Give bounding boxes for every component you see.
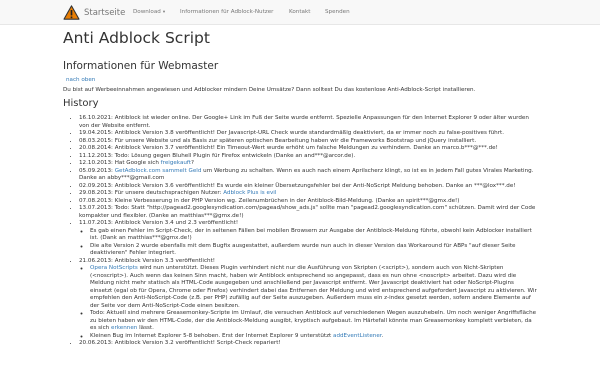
history-entry-text: 08.03.2015: Für unsere Website und als B… (79, 137, 477, 144)
history-subentry: Es gab einen Fehler im Script-Check, der… (90, 228, 537, 243)
history-entry-text: . (381, 332, 384, 339)
history-entry-text: wird nun unterstützt. Dieses Plugin verh… (90, 265, 537, 309)
history-entry: 20.06.2013: Antiblock Version 3.2 veröff… (79, 340, 537, 348)
history-entry-link[interactable]: Adblock Plus is evil (223, 190, 276, 196)
history-entry-link[interactable]: addEventListener (333, 333, 382, 339)
history-entry: 16.10.2021: Antiblock ist wieder online.… (79, 115, 537, 130)
history-entry-text: 21.06.2013: Antiblock Version 3.3 veröff… (79, 257, 216, 264)
history-entry: 05.09.2013: GetAdblock.com sammelt Geld … (79, 168, 537, 183)
history-entry-text: 12.10.2013: Hat Google sich (79, 160, 161, 166)
history-entry-text: 29.08.2013: Für unsere deutschsprachigen… (79, 190, 224, 196)
history-entry: 11.12.2013: Todo: Lösung gegen Bluhell P… (79, 153, 537, 161)
nav-download-dropdown[interactable]: Download ▾ (133, 0, 165, 25)
intro-text: Du bist auf Werbeeinnahmen angewiesen un… (63, 87, 476, 93)
history-entry-text: 20.06.2013: Antiblock Version 3.2 veröff… (79, 340, 281, 346)
history-entry-text: 19.04.2015: Antiblock Version 3.8 veröff… (79, 130, 504, 136)
history-entry-text: 11.07.2013: Antiblock Version 3.4 und 2.… (79, 220, 239, 226)
nav-item-spenden[interactable]: Spenden (325, 0, 350, 25)
history-entry: 29.08.2013: Für unsere deutschsprachigen… (79, 190, 537, 198)
history-subentry: Opera NotScripts wird nun unterstützt. D… (90, 265, 537, 310)
warning-icon (63, 5, 80, 20)
history-entry: 08.03.2015: Für unsere Website und als B… (79, 138, 537, 146)
history-entry: 12.10.2013: Hat Google sich freigekauft? (79, 160, 537, 168)
history-entry-text: 13.07.2013: Todo: Statt "http://pagead2.… (79, 205, 536, 219)
history-entry-link[interactable]: Opera NotScripts (90, 265, 138, 271)
history-entry-text: Es gab einen Fehler im Script-Check, der… (90, 227, 532, 242)
history-entry: 02.09.2013: Antiblock Version 3.6 veröff… (79, 183, 537, 191)
history-subentry: Die alte Version 2 wurde ebenfalls mit d… (90, 243, 537, 258)
history-entry: 13.07.2013: Todo: Statt "http://pagead2.… (79, 205, 537, 220)
history-subentry: Kleinen Bug im Internet Explorer 5-8 beh… (90, 333, 537, 341)
history-title: History (63, 98, 99, 109)
history-entry-text: 16.10.2021: Antiblock ist wieder online.… (79, 115, 529, 129)
history-entry-text: 02.09.2013: Antiblock Version 3.6 veröff… (79, 182, 516, 189)
navbar: Startseite Download ▾ Informationen für A… (0, 0, 600, 25)
home-link[interactable]: Startseite (63, 3, 125, 22)
history-entry-text: 20.08.2014: Antiblock Version 3.7 veröff… (79, 145, 498, 151)
history-entry-link[interactable]: freigekauft (161, 160, 191, 166)
history-entry-text: ? (190, 160, 194, 166)
history-subentry: Todo: Aktuell sind mehrere Greasemonkey-… (90, 310, 537, 333)
history-entry-text: Kleinen Bug im Internet Explorer 5-8 beh… (90, 332, 334, 339)
history-entry-text: 05.09.2013: (79, 167, 115, 174)
nav-item-kontakt[interactable]: Kontakt (289, 0, 310, 25)
history-sublist: Opera NotScripts wird nun unterstützt. D… (79, 265, 537, 340)
history-entry-text: 07.08.2013: Kleine Verbesserung in der P… (79, 197, 460, 204)
history-entry-text: Die alte Version 2 wurde ebenfalls mit d… (90, 242, 516, 257)
history-entry-text: Todo: Aktuell sind mehrere Greasemonkey-… (90, 310, 537, 331)
history-entry: 11.07.2013: Antiblock Version 3.4 und 2.… (79, 220, 537, 258)
back-to-top-link[interactable]: nach oben (66, 77, 95, 83)
history-entry: 19.04.2015: Antiblock Version 3.8 veröff… (79, 130, 537, 138)
nav-download-label: Download (133, 9, 161, 15)
brand-label: Startseite (84, 7, 126, 18)
section-title: Informationen für Webmaster (63, 60, 219, 72)
history-sublist: Es gab einen Fehler im Script-Check, der… (79, 228, 537, 258)
history-entry-text: lässt. (137, 325, 154, 331)
history-entry-link[interactable]: erkennen (111, 325, 137, 331)
chevron-down-icon: ▾ (162, 10, 166, 15)
history-entry-link[interactable]: GetAdblock.com sammelt Geld (115, 168, 202, 174)
nav-item-adblock-info[interactable]: Informationen für Adblock-Nutzer (180, 0, 273, 25)
page-title: Anti Adblock Script (63, 29, 210, 47)
history-entry: 07.08.2013: Kleine Verbesserung in der P… (79, 198, 537, 206)
history-entry: 20.08.2014: Antiblock Version 3.7 veröff… (79, 145, 537, 153)
history-list: 16.10.2021: Antiblock ist wieder online.… (63, 115, 537, 348)
history-entry: 21.06.2013: Antiblock Version 3.3 veröff… (79, 258, 537, 341)
history-entry-text: 11.12.2013: Todo: Lösung gegen Bluhell P… (79, 152, 356, 159)
